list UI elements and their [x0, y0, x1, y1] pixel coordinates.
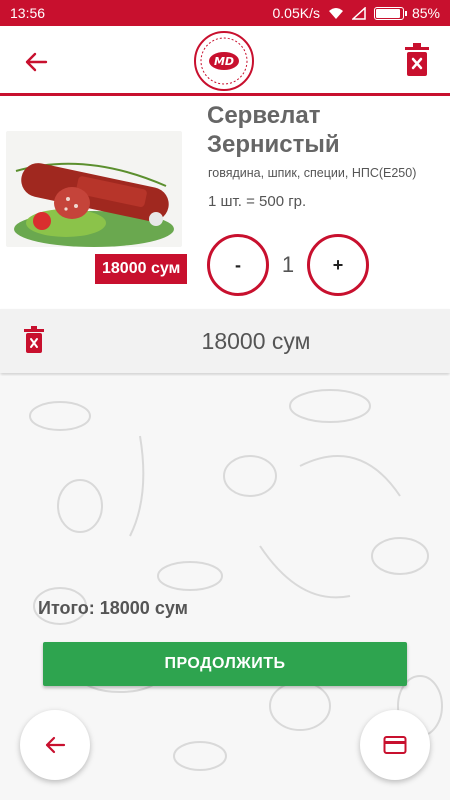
order-total: Итого: 18000 сум: [38, 598, 188, 618]
arrow-left-icon: [45, 736, 66, 754]
product-name: Сервелат Зернистый: [207, 102, 340, 158]
svg-text:MD: MD: [214, 55, 234, 68]
signal-icon: [351, 6, 366, 20]
wifi-icon: [328, 7, 343, 19]
product-unit: 1 шт. = 500 гр.: [208, 193, 307, 210]
top-bar: MD: [0, 26, 450, 96]
quantity-value: 1: [281, 252, 295, 277]
status-time: 13:56: [10, 5, 46, 21]
item-price-badge: 18000 сум: [95, 254, 188, 284]
back-button[interactable]: [18, 44, 54, 80]
arrow-left-icon: [25, 52, 48, 72]
product-image: [6, 131, 182, 247]
status-right: 0.05K/s 85%: [272, 5, 440, 21]
decrease-quantity-button[interactable]: -: [207, 234, 269, 296]
status-bar: 13:56 0.05K/s 85%: [0, 0, 450, 26]
fab-back-button[interactable]: [20, 710, 90, 780]
battery-icon: [373, 6, 407, 20]
fab-payment-button[interactable]: [360, 710, 430, 780]
credit-card-icon: [383, 736, 407, 754]
clear-cart-button[interactable]: [402, 42, 432, 78]
continue-button[interactable]: ПРОДОЛЖИТЬ: [43, 642, 407, 686]
network-speed: 0.05K/s: [272, 5, 320, 21]
cart-item: 18000 сум Сервелат Зернистый говядина, ш…: [0, 99, 450, 309]
item-sum: 18000 сум: [201, 328, 311, 354]
brand-logo: MD: [194, 31, 254, 91]
product-description: говядина, шпик, специи, НПС(Е250): [208, 166, 417, 180]
item-summary-row: 18000 сум: [0, 309, 450, 373]
increase-quantity-button[interactable]: +: [307, 234, 369, 296]
battery-percent: 85%: [411, 5, 440, 21]
